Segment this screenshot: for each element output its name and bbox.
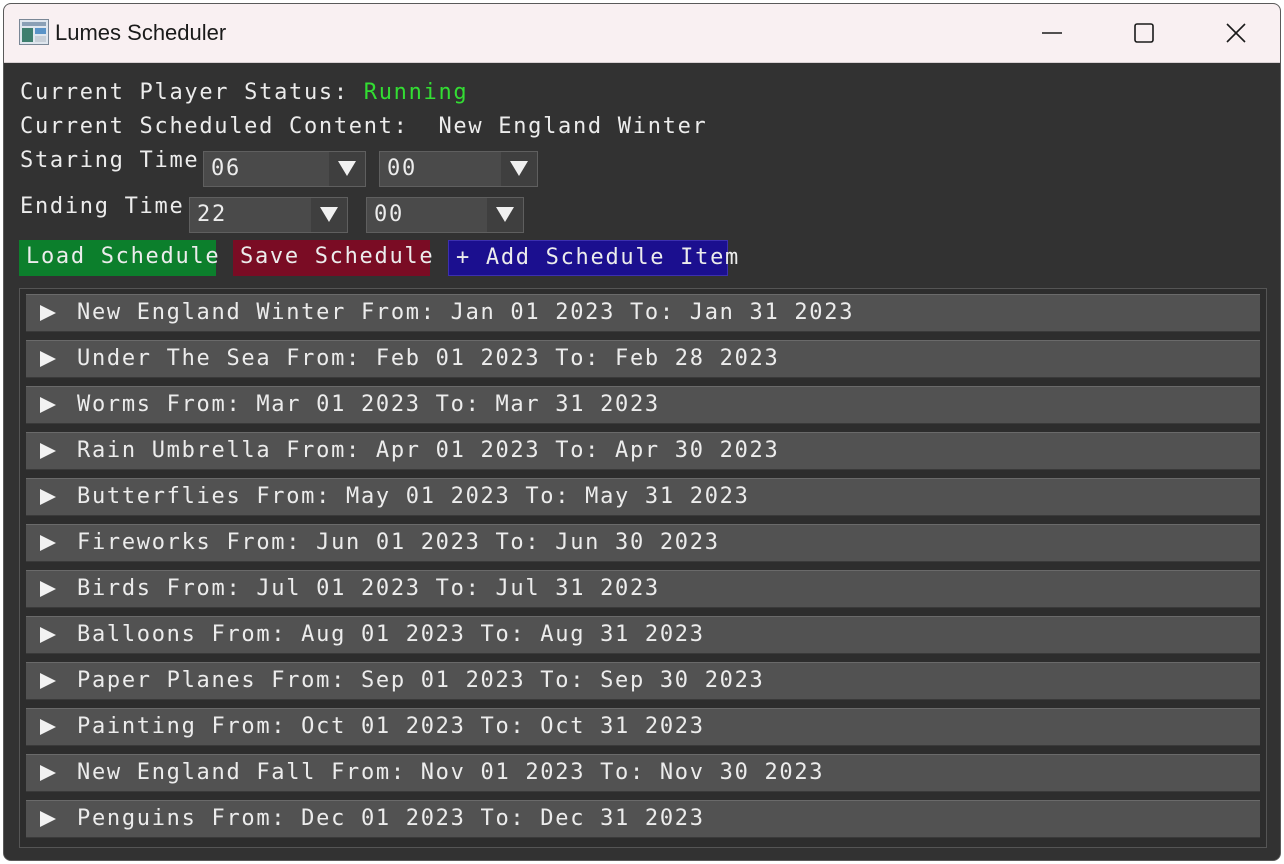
scheduled-content-line: Current Scheduled Content: New England W… xyxy=(20,113,707,141)
triangle-right-icon xyxy=(40,351,56,367)
triangle-right-icon xyxy=(40,719,56,735)
triangle-right-icon xyxy=(40,397,56,413)
minimize-button[interactable] xyxy=(1006,4,1098,62)
triangle-right-icon xyxy=(40,811,56,827)
schedule-item[interactable]: Birds From: Jul 01 2023 To: Jul 31 2023 xyxy=(26,570,1260,608)
player-status-line: Current Player Status: Running xyxy=(20,79,468,107)
end-minute-value: 00 xyxy=(374,202,404,227)
maximize-button[interactable] xyxy=(1098,4,1190,62)
schedule-item-label: Fireworks From: Jun 01 2023 To: Jun 30 2… xyxy=(77,530,720,555)
schedule-item[interactable]: Fireworks From: Jun 01 2023 To: Jun 30 2… xyxy=(26,524,1260,562)
triangle-down-icon xyxy=(329,152,365,186)
triangle-right-icon xyxy=(40,305,56,321)
title-bar[interactable]: Lumes Scheduler xyxy=(4,4,1280,63)
start-hour-dropdown[interactable]: 06 xyxy=(203,151,366,187)
triangle-right-icon xyxy=(40,581,56,597)
add-schedule-item-button[interactable]: + Add Schedule Item xyxy=(448,240,738,276)
close-button[interactable] xyxy=(1190,4,1280,62)
triangle-right-icon xyxy=(40,489,56,505)
triangle-right-icon xyxy=(40,535,56,551)
schedule-item-label: New England Winter From: Jan 01 2023 To:… xyxy=(77,300,855,325)
schedule-list: New England Winter From: Jan 01 2023 To:… xyxy=(19,288,1267,848)
start-hour-value: 06 xyxy=(211,156,241,181)
triangle-down-icon xyxy=(311,198,347,232)
schedule-item-label: Butterflies From: May 01 2023 To: May 31… xyxy=(77,484,750,509)
scheduled-content-value: New England Winter xyxy=(438,114,708,139)
triangle-right-icon xyxy=(40,443,56,459)
end-hour-dropdown[interactable]: 22 xyxy=(189,197,348,233)
start-minute-dropdown[interactable]: 00 xyxy=(379,151,538,187)
triangle-right-icon xyxy=(40,765,56,781)
schedule-item[interactable]: Paper Planes From: Sep 01 2023 To: Sep 3… xyxy=(26,662,1260,700)
schedule-item-label: Balloons From: Aug 01 2023 To: Aug 31 20… xyxy=(77,622,705,647)
triangle-right-icon xyxy=(40,673,56,689)
schedule-item[interactable]: Rain Umbrella From: Apr 01 2023 To: Apr … xyxy=(26,432,1260,470)
main-panel: Current Player Status: Running Current S… xyxy=(4,63,1280,860)
window-title: Lumes Scheduler xyxy=(55,20,227,45)
schedule-item-label: Worms From: Mar 01 2023 To: Mar 31 2023 xyxy=(77,392,660,417)
minimize-icon xyxy=(1042,32,1062,34)
player-status-value: Running xyxy=(363,80,469,105)
app-icon xyxy=(19,19,49,45)
triangle-right-icon xyxy=(40,627,56,643)
schedule-item[interactable]: Balloons From: Aug 01 2023 To: Aug 31 20… xyxy=(26,616,1260,654)
save-schedule-button[interactable]: Save Schedule xyxy=(233,240,433,276)
start-minute-value: 00 xyxy=(387,156,417,181)
scheduled-content-label: Current Scheduled Content: xyxy=(20,114,409,139)
end-minute-dropdown[interactable]: 00 xyxy=(366,197,524,233)
schedule-item[interactable]: New England Winter From: Jan 01 2023 To:… xyxy=(26,294,1260,332)
triangle-down-icon xyxy=(501,152,537,186)
schedule-item-label: Paper Planes From: Sep 01 2023 To: Sep 3… xyxy=(77,668,765,693)
schedule-item[interactable]: Under The Sea From: Feb 01 2023 To: Feb … xyxy=(26,340,1260,378)
schedule-item-label: Penguins From: Dec 01 2023 To: Dec 31 20… xyxy=(77,806,705,831)
schedule-item[interactable]: Painting From: Oct 01 2023 To: Oct 31 20… xyxy=(26,708,1260,746)
player-status-label: Current Player Status: xyxy=(20,80,349,105)
schedule-item-label: Rain Umbrella From: Apr 01 2023 To: Apr … xyxy=(77,438,780,463)
schedule-item-label: Birds From: Jul 01 2023 To: Jul 31 2023 xyxy=(77,576,660,601)
ending-time-label: Ending Time xyxy=(20,194,185,219)
schedule-item-label: Under The Sea From: Feb 01 2023 To: Feb … xyxy=(77,346,780,371)
maximize-icon xyxy=(1134,23,1154,43)
starting-time-label: Staring Time xyxy=(20,148,200,173)
app-window: Lumes Scheduler Current Player Status: R… xyxy=(3,3,1281,861)
schedule-item[interactable]: Worms From: Mar 01 2023 To: Mar 31 2023 xyxy=(26,386,1260,424)
close-icon xyxy=(1226,23,1246,43)
schedule-item[interactable]: Butterflies From: May 01 2023 To: May 31… xyxy=(26,478,1260,516)
triangle-down-icon xyxy=(487,198,523,232)
schedule-item[interactable]: New England Fall From: Nov 01 2023 To: N… xyxy=(26,754,1260,792)
end-hour-value: 22 xyxy=(197,202,227,227)
schedule-item-label: Painting From: Oct 01 2023 To: Oct 31 20… xyxy=(77,714,705,739)
load-schedule-button[interactable]: Load Schedule xyxy=(19,240,219,276)
schedule-item[interactable]: Penguins From: Dec 01 2023 To: Dec 31 20… xyxy=(26,800,1260,838)
schedule-item-label: New England Fall From: Nov 01 2023 To: N… xyxy=(77,760,825,785)
